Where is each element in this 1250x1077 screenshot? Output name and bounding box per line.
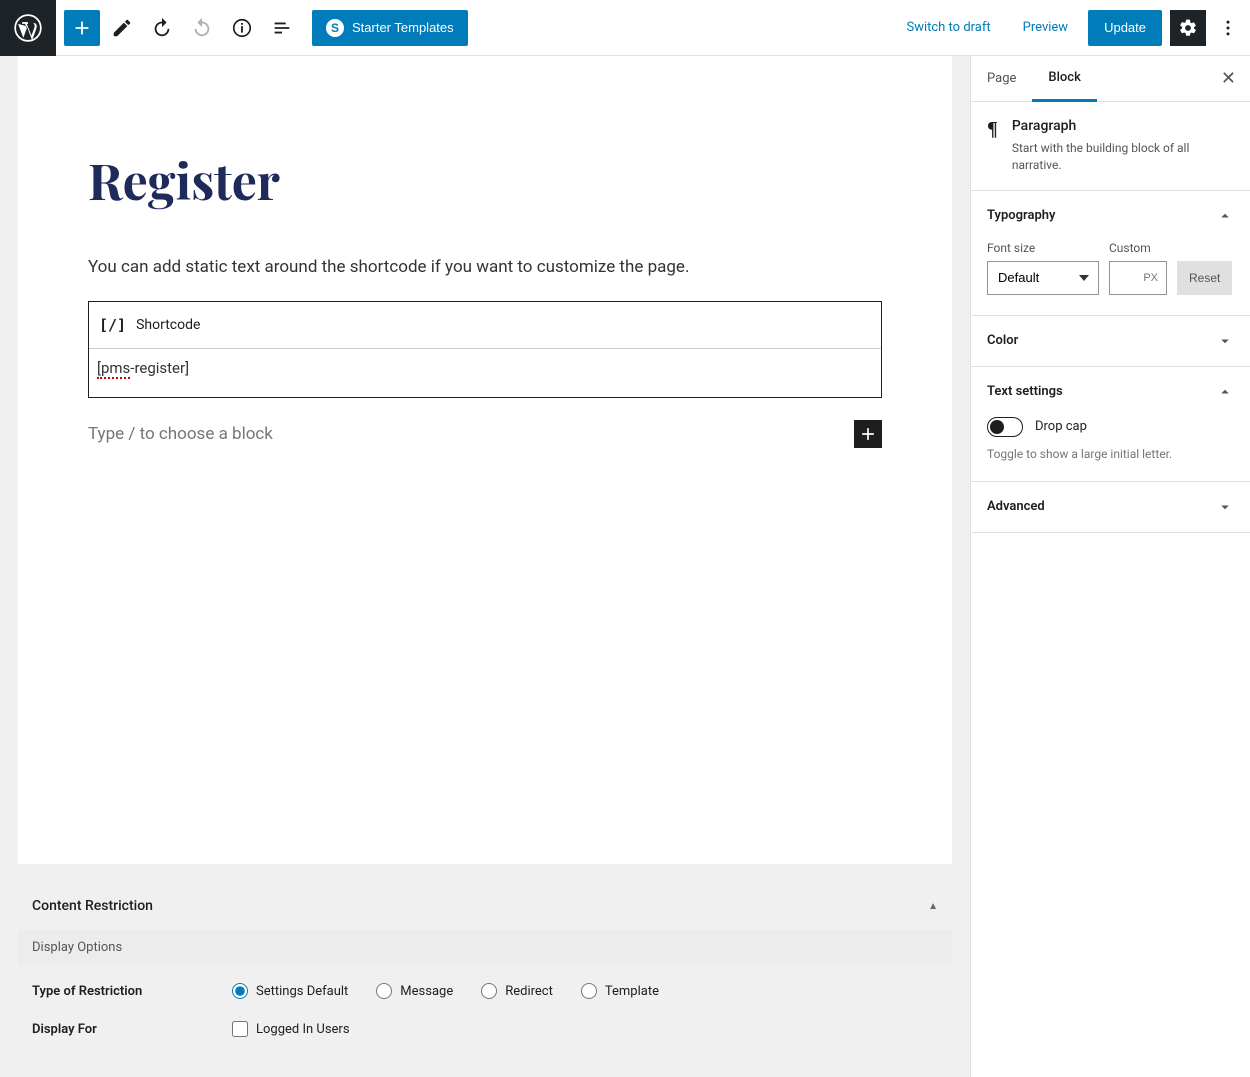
sidebar-tabs: Page Block ✕: [971, 56, 1250, 102]
pencil-icon: [111, 17, 133, 39]
drop-cap-label: Drop cap: [1035, 419, 1087, 434]
editor-column: Register You can add static text around …: [0, 56, 970, 1077]
editor-canvas: Register You can add static text around …: [18, 56, 952, 864]
starter-templates-button[interactable]: S Starter Templates: [312, 10, 468, 46]
restriction-options: Type of Restriction Settings Default Mes…: [18, 965, 952, 1077]
top-toolbar: S Starter Templates Switch to draft Prev…: [0, 0, 1250, 56]
restriction-type-label: Type of Restriction: [32, 984, 232, 999]
content-restriction-panel: Content Restriction ▲ Display Options Ty…: [18, 882, 952, 1077]
add-block-row: Type / to choose a block: [88, 420, 882, 448]
restriction-opt-settings-default[interactable]: Settings Default: [232, 983, 348, 999]
restriction-opt-message[interactable]: Message: [376, 983, 453, 999]
color-panel: Color: [971, 316, 1250, 367]
undo-icon: [151, 17, 173, 39]
restriction-opt-redirect[interactable]: Redirect: [481, 983, 553, 999]
more-vertical-icon: [1218, 18, 1238, 38]
shortcode-content[interactable]: [pms-register]: [89, 349, 881, 397]
custom-size-input[interactable]: [1109, 261, 1167, 295]
gear-icon: [1178, 18, 1198, 38]
display-for-options: Logged In Users: [232, 1021, 350, 1037]
drop-cap-toggle[interactable]: [987, 417, 1023, 437]
advanced-header[interactable]: Advanced: [971, 482, 1250, 532]
typography-header[interactable]: Typography: [971, 191, 1250, 241]
shortcode-text: [pms-register]: [97, 359, 189, 379]
switch-to-draft-link[interactable]: Switch to draft: [894, 12, 1002, 43]
chevron-up-icon: [1216, 383, 1234, 401]
redo-icon: [191, 17, 213, 39]
color-header[interactable]: Color: [971, 316, 1250, 366]
text-settings-body: Drop cap Toggle to show a large initial …: [971, 417, 1250, 481]
tab-page[interactable]: Page: [971, 57, 1032, 100]
display-options-subheader: Display Options: [18, 930, 952, 965]
typography-panel: Typography Font size Default Custom Rese…: [971, 191, 1250, 316]
intro-paragraph[interactable]: You can add static text around the short…: [88, 257, 882, 277]
chevron-down-icon: [1216, 498, 1234, 516]
shortcode-block[interactable]: [/] Shortcode [pms-register]: [88, 301, 882, 398]
undo-button[interactable]: [144, 10, 180, 46]
text-settings-header[interactable]: Text settings: [971, 367, 1250, 417]
text-settings-panel: Text settings Drop cap Toggle to show a …: [971, 367, 1250, 482]
display-for-label: Display For: [32, 1022, 232, 1037]
page-title[interactable]: Register: [88, 146, 882, 213]
tab-block[interactable]: Block: [1032, 56, 1096, 102]
close-sidebar-button[interactable]: ✕: [1207, 56, 1250, 101]
plus-icon: [71, 17, 93, 39]
plus-icon: [858, 424, 878, 444]
add-block-button[interactable]: [64, 10, 100, 46]
edit-mode-button[interactable]: [104, 10, 140, 46]
block-info: ¶ Paragraph Start with the building bloc…: [971, 102, 1250, 191]
toolbar-left: S Starter Templates: [56, 10, 468, 46]
wordpress-icon: [14, 14, 42, 42]
restriction-type-row: Type of Restriction Settings Default Mes…: [32, 983, 938, 999]
add-block-placeholder[interactable]: Type / to choose a block: [88, 424, 273, 444]
restriction-type-options: Settings Default Message Redirect Templa…: [232, 983, 659, 999]
restriction-opt-template[interactable]: Template: [581, 983, 659, 999]
drop-cap-description: Toggle to show a large initial letter.: [987, 447, 1234, 461]
settings-sidebar: Page Block ✕ ¶ Paragraph Start with the …: [970, 56, 1250, 1077]
wordpress-logo[interactable]: [0, 0, 56, 56]
collapse-icon: ▲: [928, 901, 938, 912]
font-size-select[interactable]: Default: [987, 261, 1099, 295]
reset-size-button[interactable]: Reset: [1177, 261, 1232, 295]
typography-body: Font size Default Custom Reset: [971, 241, 1250, 315]
outline-button[interactable]: [264, 10, 300, 46]
chevron-down-icon: [1216, 332, 1234, 350]
block-name: Paragraph: [1012, 118, 1234, 134]
display-for-logged-in[interactable]: Logged In Users: [232, 1021, 350, 1037]
redo-button[interactable]: [184, 10, 220, 46]
block-description: Start with the building block of all nar…: [1012, 140, 1234, 174]
info-button[interactable]: [224, 10, 260, 46]
shortcode-header: [/] Shortcode: [89, 302, 881, 349]
settings-button[interactable]: [1170, 10, 1206, 46]
advanced-panel: Advanced: [971, 482, 1250, 533]
shortcode-icon: [/]: [99, 316, 126, 334]
workspace: Register You can add static text around …: [0, 56, 1250, 1077]
update-button[interactable]: Update: [1088, 10, 1162, 46]
chevron-up-icon: [1216, 207, 1234, 225]
info-icon: [231, 17, 253, 39]
content-restriction-header[interactable]: Content Restriction ▲: [18, 882, 952, 930]
more-options-button[interactable]: [1214, 10, 1242, 46]
font-size-label: Font size: [987, 241, 1099, 255]
shortcode-label: Shortcode: [136, 317, 200, 333]
content-restriction-title: Content Restriction: [32, 898, 153, 914]
custom-size-label: Custom: [1109, 241, 1167, 255]
inline-add-block-button[interactable]: [854, 420, 882, 448]
paragraph-icon: ¶: [987, 118, 998, 174]
starter-templates-label: Starter Templates: [352, 20, 454, 35]
display-for-row: Display For Logged In Users: [32, 1021, 938, 1037]
starter-icon: S: [326, 19, 344, 37]
list-icon: [271, 17, 293, 39]
toolbar-right: Switch to draft Preview Update: [894, 10, 1250, 46]
preview-link[interactable]: Preview: [1011, 12, 1080, 43]
